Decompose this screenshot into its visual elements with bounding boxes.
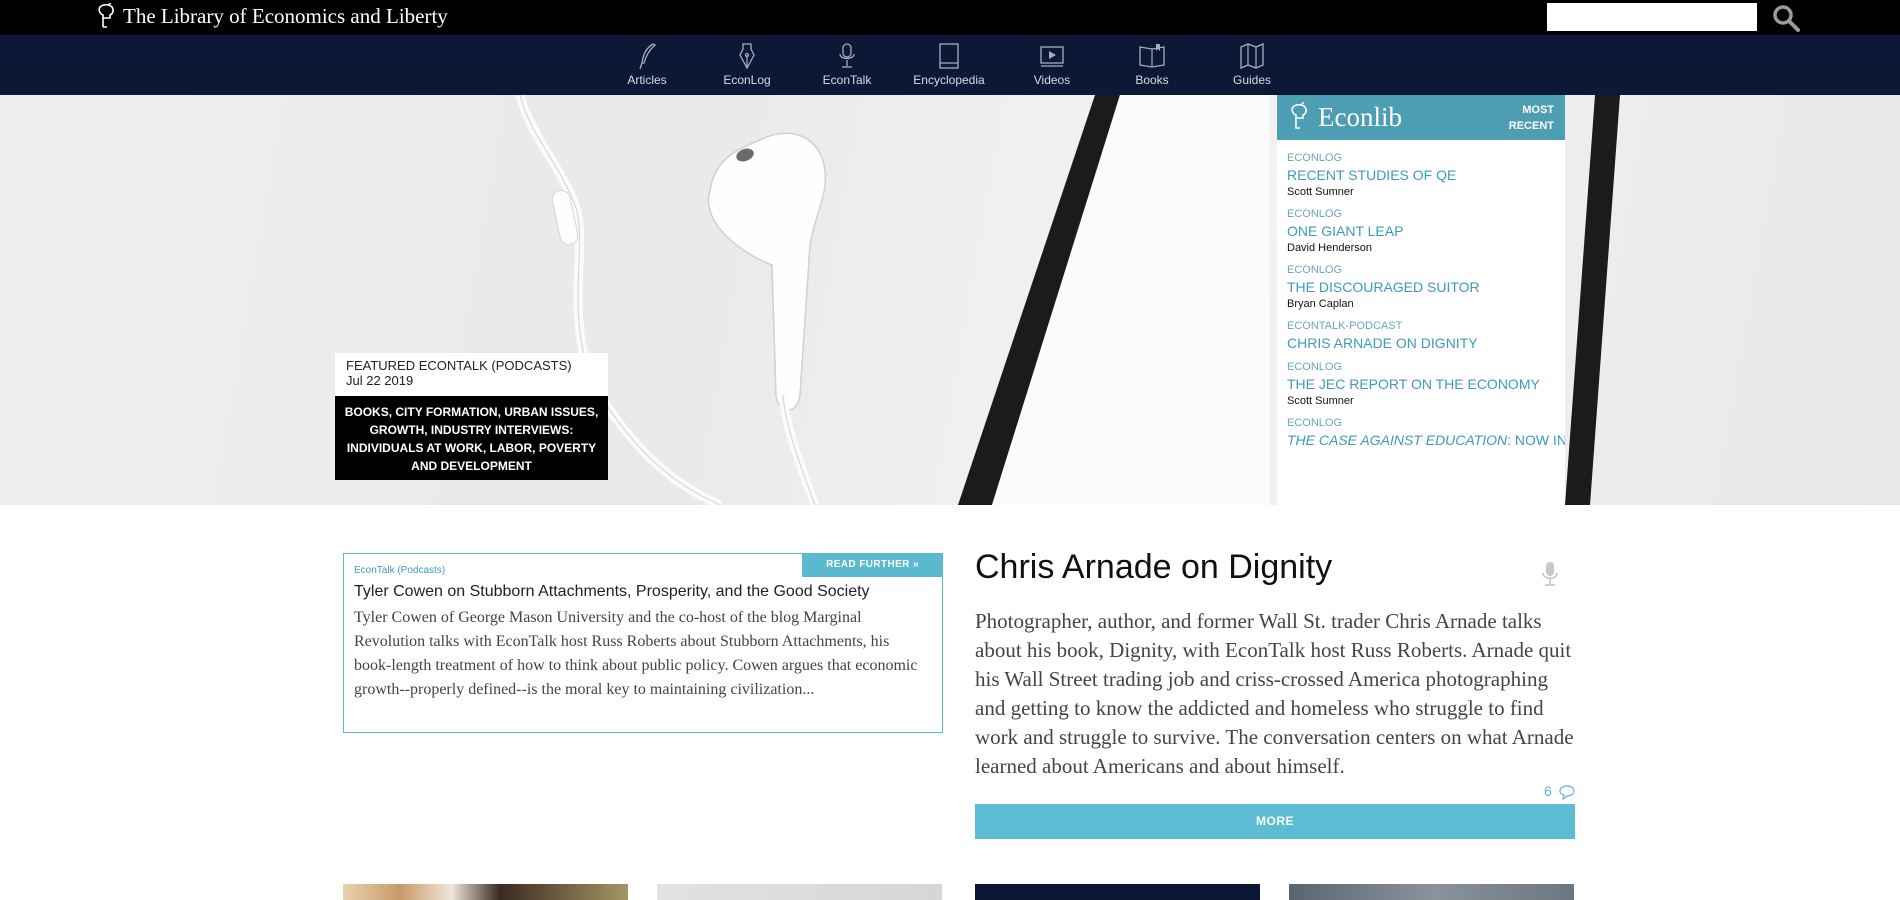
econlib-brand[interactable]: Econlib <box>1318 102 1402 133</box>
recent-item-author: Scott Sumner <box>1287 395 1354 407</box>
nav-item-encyclopedia[interactable]: Encyclopedia <box>899 41 999 93</box>
recent-item[interactable]: ECONTALK-PODCAST CHRIS ARNADE ON DIGNITY <box>1287 319 1557 353</box>
pen-nib-icon <box>739 43 755 70</box>
hero-banner[interactable] <box>0 95 1900 505</box>
nav-item-articles[interactable]: Articles <box>597 41 697 93</box>
featured-label-box[interactable]: FEATURED ECONTALK (PODCASTS) Jul 22 2019 <box>335 353 608 396</box>
recent-item-book-title: THE CASE AGAINST EDUCATION <box>1287 432 1508 448</box>
recent-item-category: ECONLOG <box>1287 417 1343 429</box>
open-book-icon <box>1139 44 1165 68</box>
recent-item-title[interactable]: THE CASE AGAINST EDUCATION: NOW IN <box>1287 430 1565 450</box>
thumbnail-image[interactable] <box>343 884 628 900</box>
nav-item-label: Guides <box>1232 73 1272 87</box>
nav-item-econtalk[interactable]: EconTalk <box>797 41 897 93</box>
recent-item[interactable]: ECONLOG THE CASE AGAINST EDUCATION: NOW … <box>1287 416 1565 450</box>
site-title[interactable]: The Library of Economics and Liberty <box>123 4 448 29</box>
recent-item[interactable]: ECONLOG THE JEC REPORT ON THE ECONOMY Sc… <box>1287 360 1557 409</box>
recent-item[interactable]: ECONLOG THE DISCOURAGED SUITOR Bryan Cap… <box>1287 263 1557 312</box>
nav-item-label: EconTalk <box>822 73 872 87</box>
nav-item-label: Articles <box>627 73 667 87</box>
most-recent-header: Econlib MOST RECENT <box>1277 95 1565 140</box>
nav-item-econlog[interactable]: EconLog <box>697 41 797 93</box>
microphone-icon <box>1542 562 1558 586</box>
thumbnail-image[interactable] <box>1289 884 1574 900</box>
recent-item-title[interactable]: THE DISCOURAGED SUITOR <box>1287 277 1557 297</box>
recent-item-title-suffix: : NOW IN <box>1507 432 1565 448</box>
liberty-logo-icon[interactable] <box>94 3 118 29</box>
nav-item-guides[interactable]: Guides <box>1202 41 1302 93</box>
card-title[interactable]: Tyler Cowen on Stubborn Attachments, Pro… <box>354 583 870 601</box>
thumbnail-image[interactable] <box>657 884 942 900</box>
recent-item-category: ECONTALK-PODCAST <box>1287 320 1403 332</box>
thumbnail-image[interactable] <box>975 884 1260 900</box>
recent-item[interactable]: ECONLOG RECENT STUDIES OF QE Scott Sumne… <box>1287 151 1557 200</box>
comment-count[interactable]: 6 <box>1544 783 1552 799</box>
featured-tags[interactable]: BOOKS, CITY FORMATION, URBAN ISSUES, GRO… <box>335 396 608 480</box>
article-title[interactable]: Chris Arnade on Dignity <box>975 548 1332 587</box>
card-category[interactable]: EconTalk (Podcasts) <box>354 565 445 576</box>
featured-category: FEATURED ECONTALK (PODCASTS) <box>346 358 572 373</box>
recent-item-category: ECONLOG <box>1287 361 1343 373</box>
recent-item-author: Scott Sumner <box>1287 186 1354 198</box>
top-bar: The Library of Economics and Liberty <box>0 0 1900 35</box>
search-input[interactable] <box>1547 3 1757 31</box>
nav-item-label: Videos <box>1033 73 1071 87</box>
book-icon <box>939 43 959 69</box>
quill-icon <box>639 43 657 70</box>
recent-item-title[interactable]: CHRIS ARNADE ON DIGNITY <box>1287 333 1557 353</box>
econlib-logo-icon <box>1291 102 1307 129</box>
main-nav: Articles EconLog EconTalk Encyclopedia V… <box>0 35 1900 95</box>
nav-item-books[interactable]: Books <box>1102 41 1202 93</box>
recent-item-title[interactable]: RECENT STUDIES OF QE <box>1287 165 1557 185</box>
recent-item-title[interactable]: THE JEC REPORT ON THE ECONOMY <box>1287 374 1557 394</box>
recent-item-category: ECONLOG <box>1287 152 1343 164</box>
video-icon <box>1040 46 1064 67</box>
most-recent-panel: Econlib MOST RECENT ECONLOG RECENT STUDI… <box>1277 95 1565 505</box>
nav-item-videos[interactable]: Videos <box>1002 41 1102 93</box>
nav-item-label: Books <box>1135 73 1169 87</box>
recent-item-author: Bryan Caplan <box>1287 298 1354 310</box>
most-recent-heading: MOST RECENT <box>1508 104 1554 132</box>
recent-item-category: ECONLOG <box>1287 208 1343 220</box>
map-icon <box>1240 43 1264 69</box>
search-icon[interactable] <box>1772 4 1800 32</box>
nav-item-label: EconLog <box>723 73 771 87</box>
comment-bubble-icon[interactable] <box>1558 785 1576 800</box>
recent-item-title[interactable]: ONE GIANT LEAP <box>1287 221 1557 241</box>
more-button[interactable]: MORE <box>975 804 1575 839</box>
recent-item-author: David Henderson <box>1287 242 1372 254</box>
most-recent-list: ECONLOG RECENT STUDIES OF QE Scott Sumne… <box>1287 151 1565 457</box>
featured-date: Jul 22 2019 <box>346 373 414 388</box>
microphone-icon <box>839 43 855 68</box>
hero-image-earbuds <box>515 95 1620 505</box>
recent-item[interactable]: ECONLOG ONE GIANT LEAP David Henderson <box>1287 207 1557 256</box>
read-further-button[interactable]: READ FURTHER » <box>802 553 943 577</box>
recent-item-category: ECONLOG <box>1287 264 1343 276</box>
card-summary: Tyler Cowen of George Mason University a… <box>354 609 918 698</box>
nav-item-label: Encyclopedia <box>913 73 985 87</box>
podcast-card[interactable]: READ FURTHER » EconTalk (Podcasts) Tyler… <box>343 553 943 733</box>
article-summary: Photographer, author, and former Wall St… <box>975 609 1574 778</box>
